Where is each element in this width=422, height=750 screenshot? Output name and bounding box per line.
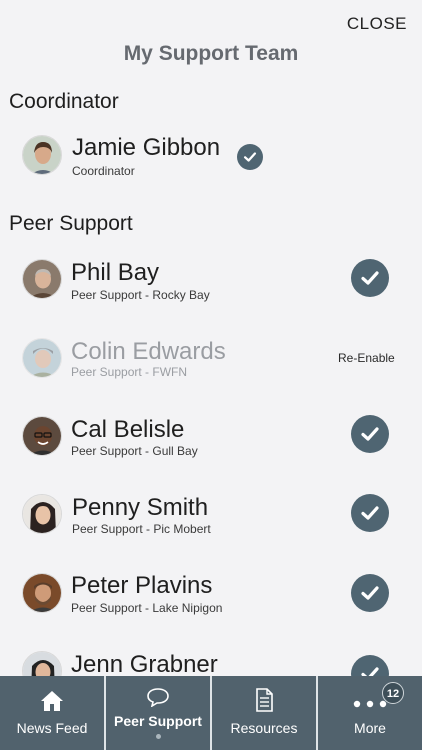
- checkmark-icon: [361, 427, 379, 441]
- member-role: Peer Support - Gull Bay: [71, 444, 198, 458]
- chat-bubble-icon: [147, 688, 169, 707]
- member-name: Phil Bay: [71, 259, 160, 286]
- member-name: Colin Edwards: [71, 338, 226, 365]
- tab-label: Peer Support: [114, 713, 202, 729]
- avatar: [22, 135, 62, 175]
- page-title: My Support Team: [123, 42, 299, 65]
- peer-row[interactable]: Colin Edwards Peer Support - FWFN Re-Ena…: [0, 322, 422, 392]
- tab-resources[interactable]: Resources: [210, 676, 316, 750]
- member-name: Cal Belisle: [71, 416, 185, 443]
- home-icon: [41, 691, 63, 711]
- avatar: [22, 338, 62, 378]
- checkmark-button[interactable]: [351, 574, 389, 612]
- avatar: [22, 259, 62, 299]
- peer-row[interactable]: Penny Smith Peer Support - Pic Mobert: [0, 479, 422, 549]
- avatar: [22, 573, 62, 613]
- member-name: Penny Smith: [72, 494, 209, 521]
- peer-row[interactable]: Cal Belisle Peer Support - Gull Bay: [0, 400, 422, 470]
- member-role: Peer Support - Pic Mobert: [72, 522, 211, 536]
- avatar: [22, 494, 62, 534]
- tab-peer-support[interactable]: Peer Support: [104, 676, 210, 750]
- member-role: Coordinator: [72, 164, 135, 178]
- section-title-coordinator: Coordinator: [9, 90, 119, 113]
- support-team-screen: CLOSE My Support Team Coordinator Jamie …: [0, 0, 422, 750]
- tab-label: Resources: [230, 720, 298, 736]
- re-enable-button[interactable]: Re-Enable: [338, 351, 395, 365]
- member-role: Peer Support - FWFN: [71, 365, 188, 379]
- member-name: Jenn Grabner: [71, 651, 218, 678]
- checkmark-icon: [361, 506, 379, 520]
- checkmark-icon: [243, 152, 257, 162]
- close-button[interactable]: CLOSE: [347, 14, 407, 34]
- active-tab-indicator: [156, 734, 161, 739]
- tab-label: More: [354, 720, 386, 736]
- section-title-peer-support: Peer Support: [9, 212, 133, 235]
- tab-more[interactable]: 12 More: [316, 676, 422, 750]
- coordinator-row[interactable]: Jamie Gibbon Coordinator: [0, 120, 422, 190]
- peer-row[interactable]: Peter Plavins Peer Support - Lake Nipigo…: [0, 558, 422, 628]
- checkmark-icon: [361, 586, 379, 600]
- notification-badge: 12: [382, 682, 404, 704]
- member-name: Peter Plavins: [71, 572, 213, 599]
- checkmark-button[interactable]: [237, 144, 263, 170]
- checkmark-button[interactable]: [351, 415, 389, 453]
- peer-row[interactable]: Phil Bay Peer Support - Rocky Bay: [0, 243, 422, 313]
- checkmark-icon: [361, 271, 379, 285]
- tab-label: News Feed: [16, 720, 88, 736]
- avatar: [22, 416, 62, 456]
- bottom-tab-bar: News Feed Peer Support Resources 12 More: [0, 676, 422, 750]
- document-icon: [256, 688, 273, 712]
- tab-news-feed[interactable]: News Feed: [0, 676, 104, 750]
- member-role: Peer Support - Rocky Bay: [71, 288, 210, 302]
- checkmark-button[interactable]: [351, 259, 389, 297]
- member-name: Jamie Gibbon: [72, 134, 221, 161]
- more-dots-icon: [353, 700, 387, 708]
- checkmark-button[interactable]: [351, 494, 389, 532]
- member-role: Peer Support - Lake Nipigon: [71, 601, 223, 615]
